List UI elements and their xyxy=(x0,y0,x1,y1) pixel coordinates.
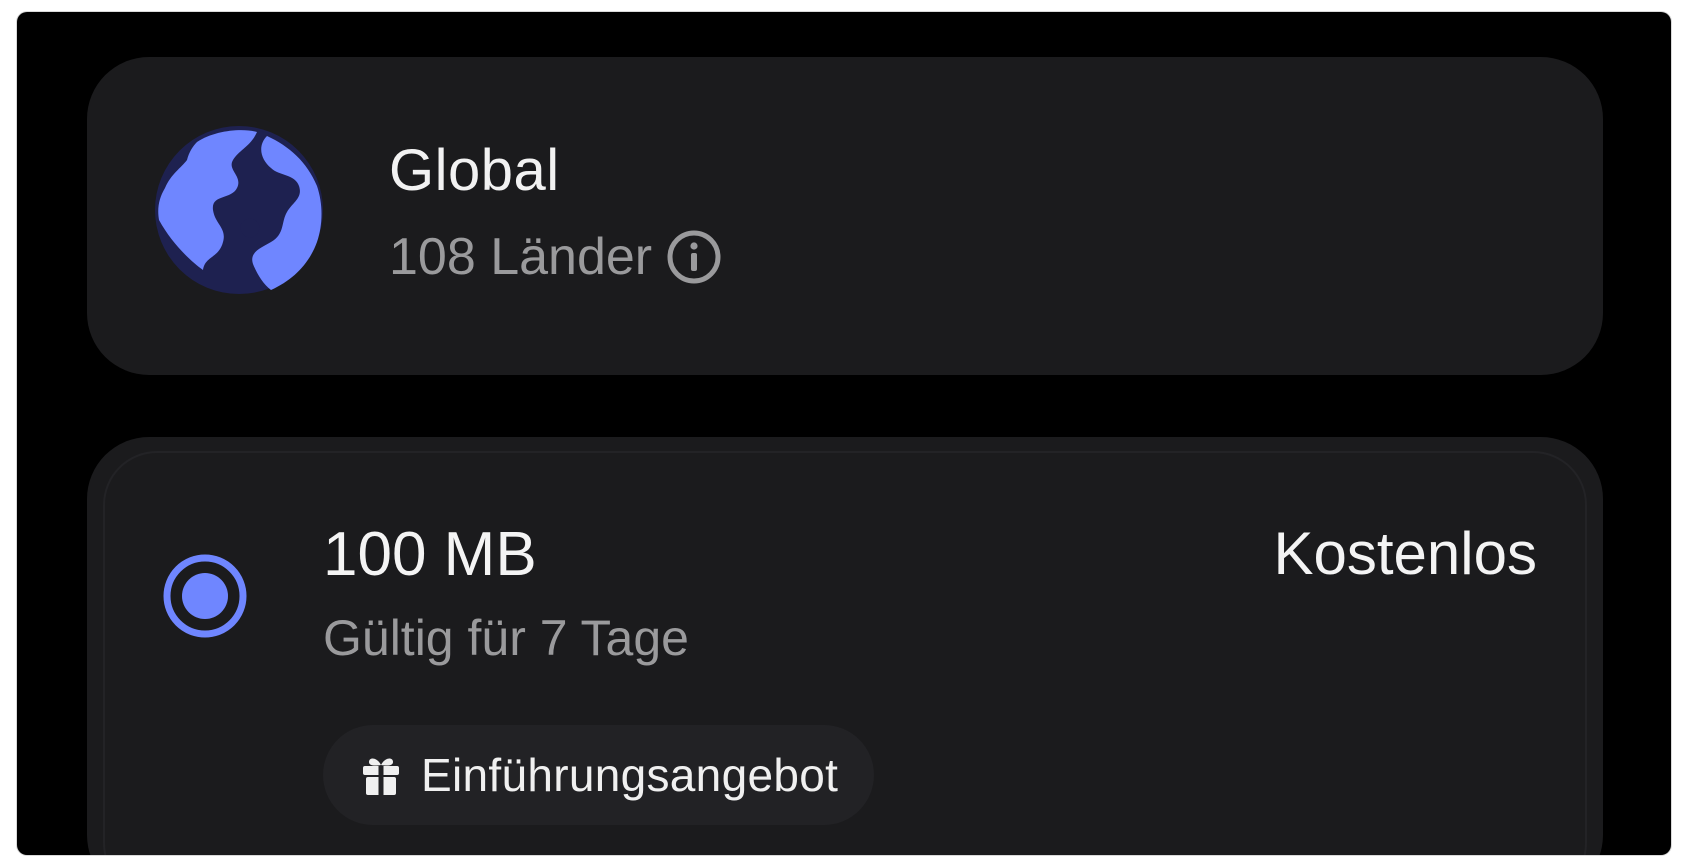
app-screen: Global 108 Länder 100 MB Kostenlos Gülti… xyxy=(17,12,1671,855)
offer-badge: Einführungsangebot xyxy=(323,725,875,825)
plan-validity: Gültig für 7 Tage xyxy=(323,610,689,666)
globe-icon xyxy=(153,124,325,296)
radio-selected-icon[interactable] xyxy=(161,552,249,640)
gift-icon xyxy=(359,753,403,797)
offer-badge-label: Einführungsangebot xyxy=(421,749,839,801)
country-count-label: 108 Länder xyxy=(389,228,653,286)
region-country-count: 108 Länder xyxy=(389,227,722,287)
region-title: Global xyxy=(389,138,560,203)
plan-price: Kostenlos xyxy=(1273,520,1538,587)
info-icon[interactable] xyxy=(666,229,722,285)
plan-option-card[interactable]: 100 MB Kostenlos Gültig für 7 Tage Einfü… xyxy=(87,437,1603,855)
plan-data-amount: 100 MB xyxy=(323,520,537,589)
region-card[interactable]: Global 108 Länder xyxy=(87,57,1603,375)
